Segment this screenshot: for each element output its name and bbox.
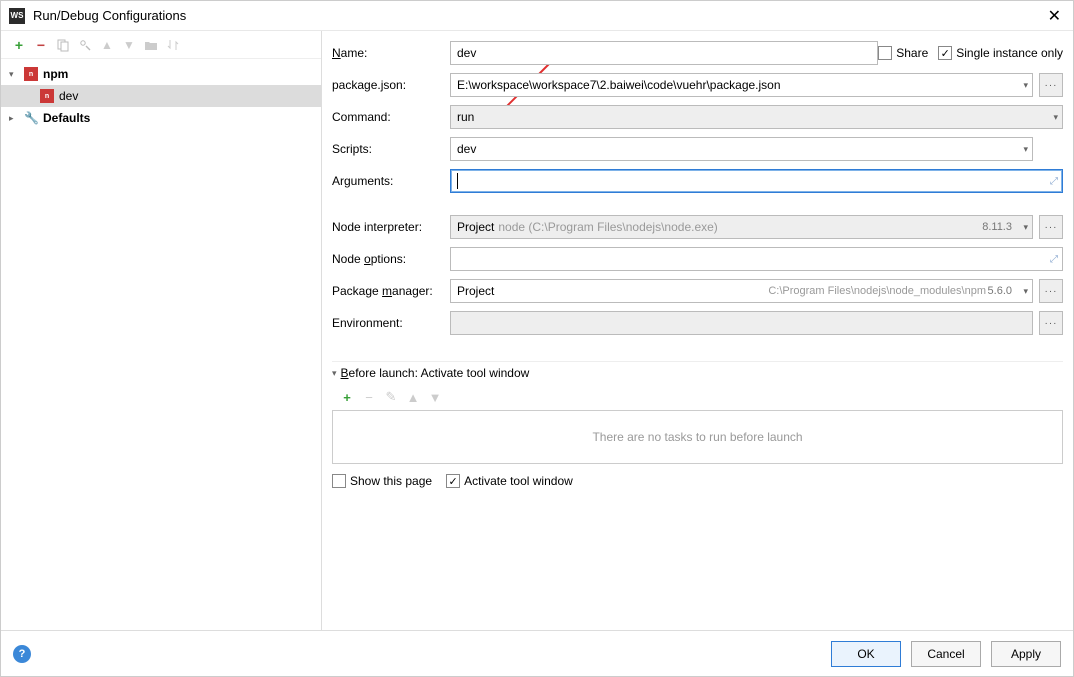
name-label: Name:	[332, 46, 450, 60]
share-label: Share	[896, 46, 928, 60]
left-toolbar: + − ▲ ▼	[1, 31, 321, 59]
package-manager-version: 5.6.0	[988, 285, 1012, 297]
name-input[interactable]	[450, 41, 878, 65]
sort-button[interactable]	[163, 35, 183, 55]
tree-node-dev[interactable]: n dev	[1, 85, 321, 107]
left-panel: + − ▲ ▼ ▾ n	[1, 31, 322, 630]
copy-config-button[interactable]	[53, 35, 73, 55]
config-tree[interactable]: ▾ n npm n dev ▸ 🔧 Defaults	[1, 59, 321, 630]
checkbox-icon: ✓	[938, 46, 952, 60]
caret-down-icon: ▾	[9, 69, 19, 80]
node-interpreter-label: Node interpreter:	[332, 220, 450, 234]
scripts-select[interactable]: dev ▾	[450, 137, 1033, 161]
move-up-button[interactable]: ▲	[97, 35, 117, 55]
package-manager-path: C:\Program Files\nodejs\node_modules\npm	[768, 285, 986, 297]
scripts-value: dev	[457, 142, 476, 156]
browse-package-json-button[interactable]: ···	[1039, 73, 1063, 97]
arguments-label: Arguments:	[332, 174, 450, 188]
show-this-page-checkbox[interactable]: Show this page	[332, 474, 432, 488]
close-button[interactable]: ✕	[1044, 6, 1065, 26]
tree-label-defaults: Defaults	[43, 111, 90, 125]
move-task-up-button[interactable]: ▲	[404, 388, 422, 406]
command-select[interactable]: run ▾	[450, 105, 1063, 129]
node-interpreter-prefix: Project	[457, 220, 494, 234]
tree-node-defaults[interactable]: ▸ 🔧 Defaults	[1, 107, 321, 129]
remove-task-button[interactable]: −	[360, 388, 378, 406]
command-label: Command:	[332, 110, 450, 124]
dialog-footer: ? OK Cancel Apply	[1, 630, 1073, 676]
node-interpreter-select[interactable]: Project node (C:\Program Files\nodejs\no…	[450, 215, 1033, 239]
package-manager-label: Package manager:	[332, 284, 450, 298]
edit-task-button[interactable]: ✎	[382, 388, 400, 406]
package-manager-select[interactable]: Project C:\Program Files\nodejs\node_mod…	[450, 279, 1033, 303]
activate-tool-window-label: Activate tool window	[464, 474, 573, 488]
scripts-label: Scripts:	[332, 142, 450, 156]
command-value: run	[457, 110, 474, 124]
move-task-down-button[interactable]: ▼	[426, 388, 444, 406]
chevron-down-icon: ▾	[1023, 222, 1028, 233]
tree-label-dev: dev	[59, 89, 78, 103]
node-interpreter-path: node (C:\Program Files\nodejs\node.exe)	[498, 220, 717, 234]
show-this-page-label: Show this page	[350, 474, 432, 488]
tree-node-npm[interactable]: ▾ n npm	[1, 63, 321, 85]
tree-label-npm: npm	[43, 67, 68, 81]
single-instance-checkbox[interactable]: ✓ Single instance only	[938, 46, 1063, 60]
package-json-select[interactable]: E:\workspace\workspace7\2.baiwei\code\vu…	[450, 73, 1033, 97]
tasks-empty-text: There are no tasks to run before launch	[592, 430, 802, 444]
package-json-label: package.json:	[332, 78, 450, 92]
expand-icon[interactable]: ⤢	[1050, 254, 1058, 265]
package-json-value: E:\workspace\workspace7\2.baiwei\code\vu…	[457, 78, 781, 92]
chevron-down-icon: ▾	[1053, 112, 1058, 123]
environment-input[interactable]	[450, 311, 1033, 335]
chevron-down-icon: ▾	[1023, 144, 1028, 155]
npm-icon: n	[24, 67, 38, 81]
environment-label: Environment:	[332, 316, 450, 330]
checkbox-icon	[332, 474, 346, 488]
folder-button[interactable]	[141, 35, 161, 55]
single-instance-label: Single instance only	[956, 46, 1063, 60]
titlebar: WS Run/Debug Configurations ✕	[1, 1, 1073, 31]
add-config-button[interactable]: +	[9, 35, 29, 55]
move-down-button[interactable]: ▼	[119, 35, 139, 55]
npm-icon: n	[40, 89, 54, 103]
apply-button[interactable]: Apply	[991, 641, 1061, 667]
before-launch-header[interactable]: ▾ Before launch: Activate tool window	[332, 361, 1063, 386]
package-manager-prefix: Project	[457, 284, 494, 298]
checkbox-icon: ✓	[446, 474, 460, 488]
caret-right-icon: ▸	[9, 113, 19, 124]
activate-tool-window-checkbox[interactable]: ✓ Activate tool window	[446, 474, 573, 488]
settings-icon[interactable]	[75, 35, 95, 55]
cancel-button[interactable]: Cancel	[911, 641, 981, 667]
browse-interpreter-button[interactable]: ···	[1039, 215, 1063, 239]
chevron-down-icon: ▾	[1023, 286, 1028, 297]
expand-icon[interactable]: ⤢	[1050, 176, 1058, 187]
add-task-button[interactable]: +	[338, 388, 356, 406]
share-checkbox[interactable]: Share	[878, 46, 928, 60]
checkbox-icon	[878, 46, 892, 60]
wrench-icon: 🔧	[24, 111, 38, 125]
chevron-down-icon: ▾	[1023, 80, 1028, 91]
remove-config-button[interactable]: −	[31, 35, 51, 55]
caret-down-icon: ▾	[332, 368, 337, 379]
before-launch-title: Before launch: Activate tool window	[341, 366, 530, 380]
ok-button[interactable]: OK	[831, 641, 901, 667]
help-button[interactable]: ?	[13, 645, 31, 663]
window-title: Run/Debug Configurations	[33, 8, 1044, 23]
node-interpreter-version: 8.11.3	[982, 221, 1012, 233]
app-badge: WS	[9, 8, 25, 24]
right-panel: Name: Share ✓ Single instance only	[322, 31, 1073, 630]
node-options-input[interactable]: ⤢	[450, 247, 1063, 271]
browse-environment-button[interactable]: ···	[1039, 311, 1063, 335]
arguments-input[interactable]: ⤢	[450, 169, 1063, 193]
node-options-label: Node options:	[332, 252, 450, 266]
browse-package-manager-button[interactable]: ···	[1039, 279, 1063, 303]
before-launch-toolbar: + − ✎ ▲ ▼	[332, 386, 1063, 410]
tasks-list[interactable]: There are no tasks to run before launch	[332, 410, 1063, 464]
